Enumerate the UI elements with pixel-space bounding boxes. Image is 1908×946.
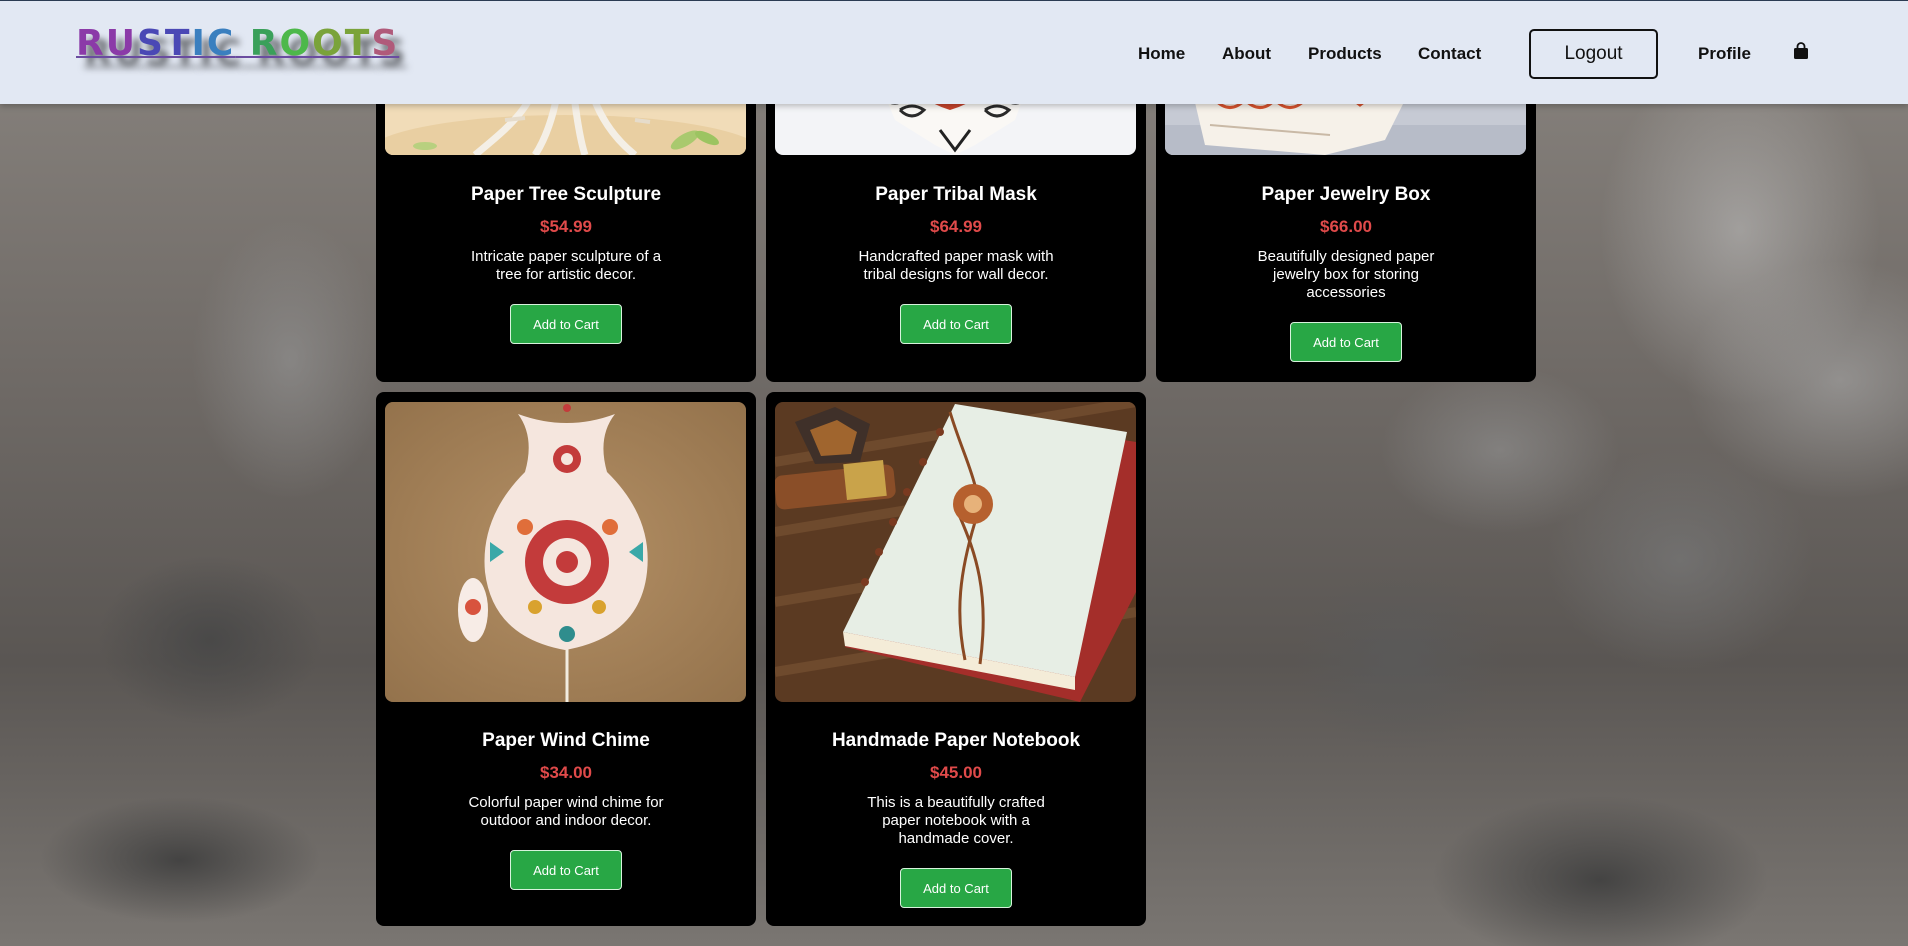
product-description: Colorful paper wind chime for outdoor an…	[468, 794, 664, 829]
product-price: $64.99	[930, 217, 982, 236]
product-price: $34.00	[540, 763, 592, 782]
product-image	[775, 402, 1136, 702]
product-card: Paper Tribal Mask $64.99 Handcrafted pap…	[766, 60, 1146, 382]
product-card: Paper Wind Chime $34.00 Colorful paper w…	[376, 392, 756, 926]
nav-about[interactable]: About	[1222, 44, 1271, 64]
navbar: RUSTIC ROOTS Home About Products Contact…	[0, 0, 1908, 104]
add-to-cart-button[interactable]: Add to Cart	[510, 850, 622, 890]
product-title: Handmade Paper Notebook	[831, 730, 1081, 751]
nav-home[interactable]: Home	[1138, 44, 1185, 64]
product-image	[385, 402, 746, 702]
nav-contact[interactable]: Contact	[1418, 44, 1481, 64]
product-card: Paper Jewelry Box $66.00 Beautifully des…	[1156, 60, 1536, 382]
brand-letters: OT	[312, 23, 372, 64]
brand-letters: ST	[136, 23, 192, 64]
shopping-bag-icon[interactable]	[1793, 42, 1809, 60]
product-title: Paper Tribal Mask	[875, 184, 1037, 205]
add-to-cart-button[interactable]: Add to Cart	[1290, 322, 1402, 362]
nav-products[interactable]: Products	[1308, 44, 1382, 64]
product-title: Paper Jewelry Box	[1261, 184, 1431, 205]
add-to-cart-button[interactable]: Add to Cart	[900, 304, 1012, 344]
product-title: Paper Wind Chime	[482, 730, 650, 751]
product-price: $54.99	[540, 217, 592, 236]
logout-button[interactable]: Logout	[1529, 29, 1658, 79]
product-card: Handmade Paper Notebook $45.00 This is a…	[766, 392, 1146, 926]
product-price: $66.00	[1320, 217, 1372, 236]
add-to-cart-button[interactable]: Add to Cart	[900, 868, 1012, 908]
brand-letters: R	[235, 23, 280, 64]
product-description: Beautifully designed paper jewelry box f…	[1257, 248, 1435, 301]
add-to-cart-button[interactable]: Add to Cart	[510, 304, 622, 344]
brand-letters: S	[371, 23, 400, 64]
brand-letters: IC	[191, 23, 236, 64]
product-description: This is a beautifully crafted paper note…	[867, 794, 1045, 847]
product-description: Intricate paper sculpture of a tree for …	[470, 248, 662, 283]
product-price: $45.00	[930, 763, 982, 782]
brand-letters: O	[279, 23, 313, 64]
nav-profile[interactable]: Profile	[1698, 44, 1751, 64]
product-title: Paper Tree Sculpture	[470, 184, 662, 205]
product-description: Handcrafted paper mask with tribal desig…	[858, 248, 1054, 283]
brand-letters: RU	[76, 23, 137, 64]
product-card: Paper Tree Sculpture $54.99 Intricate pa…	[376, 60, 756, 382]
brand-logo[interactable]: RUSTIC ROOTS	[76, 23, 399, 64]
